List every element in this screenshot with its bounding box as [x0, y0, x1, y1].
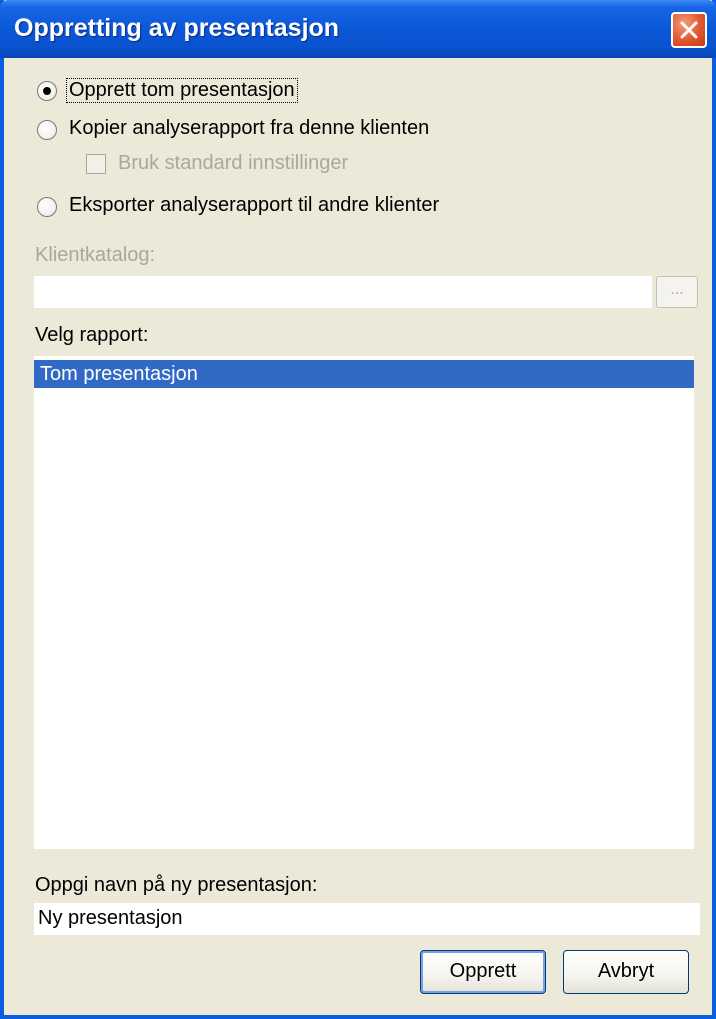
- cancel-button[interactable]: Avbryt: [563, 950, 689, 994]
- copy-report-label[interactable]: Kopier analyserapport fra denne klienten: [69, 117, 429, 140]
- use-default-settings-checkbox[interactable]: [86, 154, 106, 174]
- client-catalog-label: Klientkatalog:: [35, 244, 156, 266]
- use-default-settings-label: Bruk standard innstillinger: [118, 152, 349, 174]
- close-icon: [680, 21, 698, 39]
- presentation-name-input[interactable]: Ny presentasjon: [34, 903, 700, 935]
- radio-selected-dot: [43, 87, 51, 95]
- client-catalog-input[interactable]: [34, 276, 652, 308]
- create-empty-label[interactable]: Opprett tom presentasjon: [66, 78, 298, 103]
- select-report-label: Velg rapport:: [35, 324, 149, 346]
- radio-create-empty[interactable]: [37, 81, 57, 101]
- close-button[interactable]: [671, 12, 707, 48]
- radio-copy-report[interactable]: [37, 120, 57, 140]
- create-button-label: Opprett: [449, 960, 517, 982]
- title-bar[interactable]: Oppretting av presentasjon: [0, 0, 716, 58]
- list-item-selected[interactable]: Tom presentasjon: [34, 360, 694, 388]
- create-button[interactable]: Opprett: [420, 950, 546, 994]
- export-report-label[interactable]: Eksporter analyserapport til andre klien…: [69, 194, 439, 217]
- browse-button[interactable]: ...: [656, 276, 698, 308]
- name-field-label: Oppgi navn på ny presentasjon:: [35, 874, 318, 896]
- cancel-button-label: Avbryt: [597, 960, 655, 982]
- dialog-title: Oppretting av presentasjon: [14, 14, 340, 42]
- report-listbox[interactable]: Tom presentasjon: [34, 356, 694, 849]
- radio-export-report[interactable]: [37, 197, 57, 217]
